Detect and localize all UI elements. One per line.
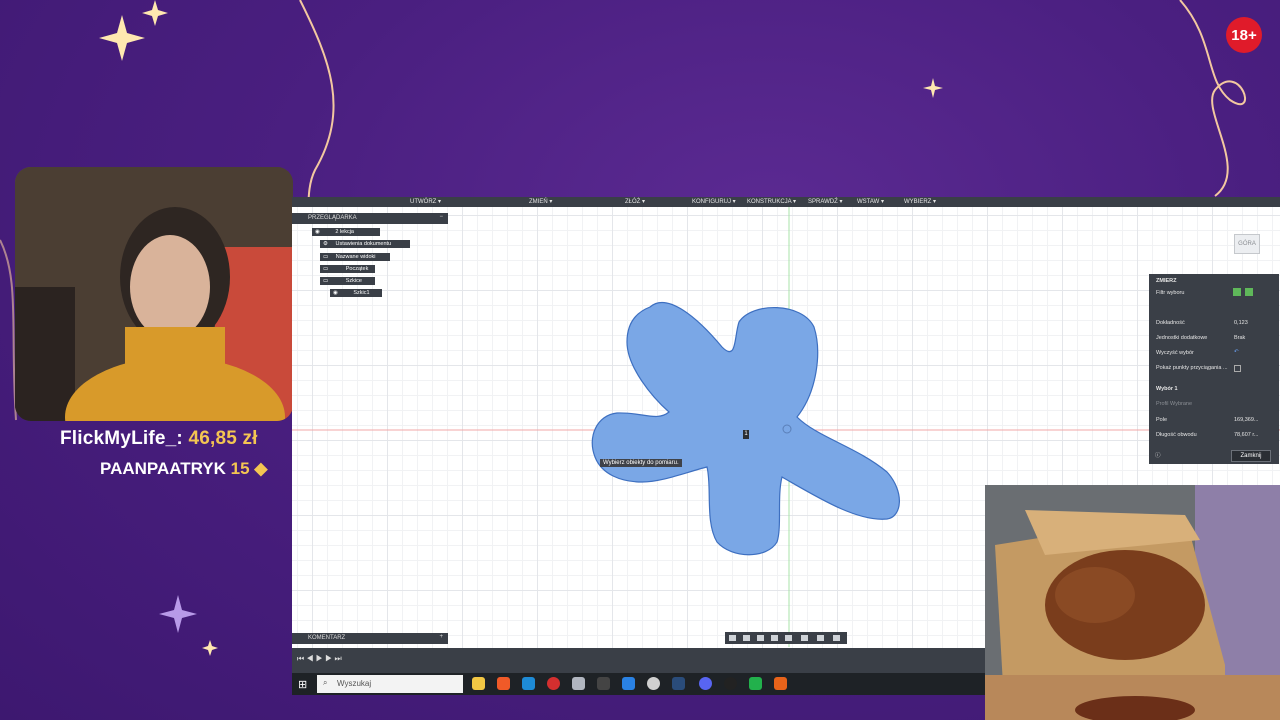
selection-header[interactable]: Wybór 1 [1156, 386, 1178, 392]
browser-header[interactable]: PRZEGLĄDARKA − [292, 213, 448, 224]
navigation-toolbar[interactable] [725, 632, 847, 644]
tooltip: Wybierz obiekty do pomiaru. [600, 459, 682, 467]
obs-icon[interactable] [597, 677, 610, 690]
menu-modify[interactable]: ZMIEŃ ▾ [529, 198, 552, 205]
undo-icon[interactable]: ↶ [1234, 349, 1239, 355]
comments-label: KOMENTARZ [308, 635, 346, 641]
tree-item-label: Szkice [345, 278, 362, 284]
viewcube[interactable]: GÓRA [1234, 234, 1260, 254]
add-icon[interactable]: + [439, 634, 443, 640]
filter-face-icon[interactable] [1245, 288, 1253, 296]
tree-item-label: Nazwane widoki [335, 254, 376, 260]
filter-body-icon[interactable] [1233, 288, 1241, 296]
snap-checkbox[interactable] [1234, 365, 1241, 372]
search-placeholder: Wyszukaj [337, 679, 372, 688]
sketch-profile[interactable] [587, 297, 907, 559]
donation-alert: FlickMyLife_: 46,85 zł [60, 428, 258, 450]
app-icon[interactable] [724, 677, 737, 690]
menu-inspect[interactable]: SPRAWDŹ ▾ [808, 198, 842, 205]
units-select[interactable]: Brak [1234, 335, 1245, 341]
measure-title: ZMIERZ [1156, 278, 1177, 284]
tree-item-settings[interactable]: ⚙ Ustawienia dokumentu [320, 240, 410, 248]
precision-label: Dokładność [1156, 320, 1185, 326]
collapse-icon[interactable]: − [439, 214, 443, 220]
tree-item-sketches[interactable]: ▭ Szkice [320, 277, 375, 285]
snap-points-label: Pokaż punkty przyciągania ... [1156, 365, 1228, 371]
perimeter-value: 78,607 r... [1234, 432, 1259, 438]
folder-icon: ▭ [323, 266, 329, 272]
timeline-controls-icon[interactable]: ⏮ ◀ ▶ ▶ ⏭ [297, 654, 342, 664]
edge-icon[interactable] [522, 677, 535, 690]
app-icon[interactable] [622, 677, 635, 690]
browser-title: PRZEGLĄDARKA [308, 215, 357, 221]
comments-bar[interactable]: KOMENTARZ + [292, 633, 448, 644]
taskbar-search[interactable]: ⌕ Wyszukaj [317, 675, 463, 693]
folder-icon: ▭ [323, 254, 329, 260]
tree-root[interactable]: ◉ 2 lekcja [312, 228, 380, 236]
app-icon[interactable] [572, 677, 585, 690]
close-button[interactable]: Zamknij [1231, 450, 1271, 462]
tree-item-views[interactable]: ▭ Nazwane widoki [320, 253, 390, 261]
streamer-image [15, 167, 293, 421]
diamond-icon: ◆ [254, 459, 268, 478]
menu-create[interactable]: UTWÓRZ ▾ [410, 198, 441, 205]
units-label: Jednostki dodatkowe [1156, 335, 1208, 341]
menu-assemble[interactable]: ZŁÓŻ ▾ [625, 198, 645, 205]
menu-configure[interactable]: KONFIGURUJ ▾ [692, 198, 736, 205]
discord-icon[interactable] [699, 677, 712, 690]
measure-panel: ZMIERZ Filtr wyboru Dokładność 0,123 Jed… [1149, 274, 1279, 464]
menu-bar: UTWÓRZ ▾ ZMIEŃ ▾ ZŁÓŻ ▾ KONFIGURUJ ▾ KON… [292, 197, 1280, 207]
tree-item-origin[interactable]: ▭ Początek [320, 265, 375, 273]
precision-select[interactable]: 0,123 [1234, 320, 1248, 326]
perimeter-label: Długość obwodu [1156, 432, 1197, 438]
windows-start-icon[interactable]: ⊞ [298, 678, 307, 691]
sketch-marker: 1 [743, 430, 749, 439]
eye-icon[interactable]: ◉ [333, 290, 338, 296]
menu-select[interactable]: WYBIERZ ▾ [904, 198, 936, 205]
donation-name: FlickMyLife_: [60, 428, 183, 449]
folder-icon: ▭ [323, 278, 329, 284]
tree-item-label: Początek [345, 266, 369, 272]
info-icon[interactable]: ⓘ [1155, 451, 1161, 459]
selection-type: Profil Wybrane [1156, 401, 1193, 407]
file-explorer-icon[interactable] [472, 677, 485, 690]
tree-item-sketch1[interactable]: ◉ Szkic1 [330, 289, 382, 297]
search-icon: ⌕ [323, 678, 328, 687]
webcam-feed [15, 167, 293, 421]
filter-label: Filtr wyboru [1156, 290, 1185, 296]
sub-count: 15 [230, 459, 250, 478]
tree-item-label: Ustawienia dokumentu [335, 241, 392, 247]
gear-icon: ⚙ [323, 241, 328, 247]
eye-icon[interactable]: ◉ [315, 229, 320, 235]
fusion-icon[interactable] [774, 677, 787, 690]
tree-root-label: 2 lekcja [335, 229, 354, 235]
pet-camera-feed [985, 485, 1280, 720]
opera-icon[interactable] [547, 677, 560, 690]
area-value: 169,369... [1234, 417, 1259, 423]
menu-construct[interactable]: KONSTRUKCJA ▾ [747, 198, 796, 205]
app-icon[interactable] [749, 677, 762, 690]
menu-insert[interactable]: WSTAW ▾ [857, 198, 884, 205]
area-label: Pole [1156, 417, 1168, 423]
donation-amount: 46,85 zł [188, 428, 258, 449]
clear-selection-label: Wyczyść wybór [1156, 350, 1194, 356]
nav-tools-icons[interactable] [725, 632, 847, 644]
cat-in-box-image [985, 485, 1280, 720]
app-icon[interactable] [647, 677, 660, 690]
tree-item-label: Szkic1 [353, 290, 370, 296]
sub-alert: PAANPAATRYK 15 ◆ [100, 459, 267, 479]
brave-icon[interactable] [497, 677, 510, 690]
sub-name: PAANPAATRYK [100, 459, 226, 478]
steam-icon[interactable] [672, 677, 685, 690]
age-badge: 18+ [1226, 17, 1262, 53]
